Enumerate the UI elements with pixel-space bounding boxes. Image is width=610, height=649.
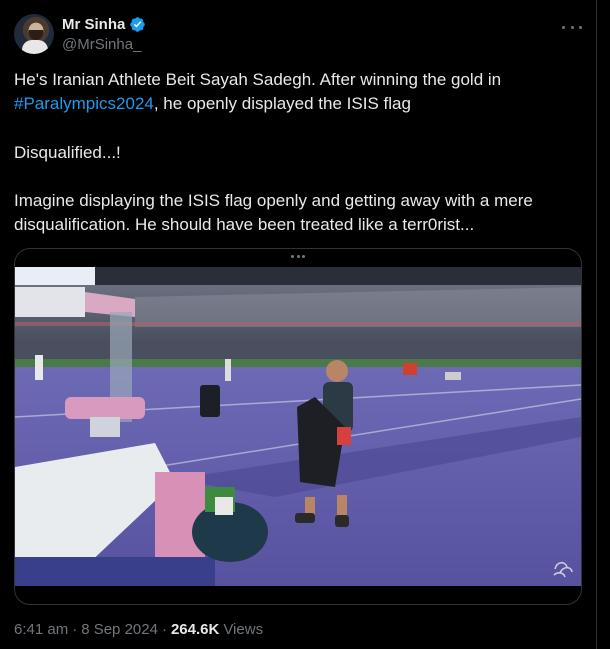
more-options-icon[interactable]: [562, 20, 582, 34]
handle[interactable]: @MrSinha_: [62, 36, 141, 53]
stadium-photo: [15, 267, 581, 586]
tweet-text-line-5: disqualification. He should have been tr…: [14, 215, 475, 234]
media-grip-icon: [291, 255, 305, 259]
verified-badge-icon[interactable]: [129, 16, 146, 33]
tweet-text-line-4: Imagine displaying the ISIS flag openly …: [14, 191, 533, 210]
meta-separator: ·: [72, 621, 78, 638]
hashtag-link[interactable]: #Paralympics2024: [14, 94, 154, 113]
avatar[interactable]: [14, 14, 54, 54]
name-row: Mr Sinha: [62, 16, 146, 33]
tweet-media[interactable]: [14, 248, 582, 605]
tweet-text-line-1: He's Iranian Athlete Beit Sayah Sadegh. …: [14, 70, 502, 89]
tweet-text-line-3: Disqualified...!: [14, 143, 121, 162]
timeline-border: [596, 0, 597, 649]
tweet-meta: 6:41 am · 8 Sep 2024 · 264.6K Views: [14, 621, 263, 638]
tweet-header: Mr Sinha @MrSinha_: [14, 14, 584, 54]
views-label: Views: [223, 621, 264, 638]
tweet-time[interactable]: 6:41 am: [14, 621, 68, 638]
tweet-text-line-2: #Paralympics2024, he openly displayed th…: [14, 92, 584, 116]
meta-separator-2: ·: [161, 621, 167, 638]
views-count[interactable]: 264.6K: [171, 621, 219, 638]
display-name[interactable]: Mr Sinha: [62, 16, 125, 33]
avatar-shirt: [22, 40, 48, 54]
tweet-text-line-2-rest: , he openly displayed the ISIS flag: [153, 94, 411, 113]
tweet-date[interactable]: 8 Sep 2024: [81, 621, 158, 638]
avatar-beard: [29, 30, 43, 40]
